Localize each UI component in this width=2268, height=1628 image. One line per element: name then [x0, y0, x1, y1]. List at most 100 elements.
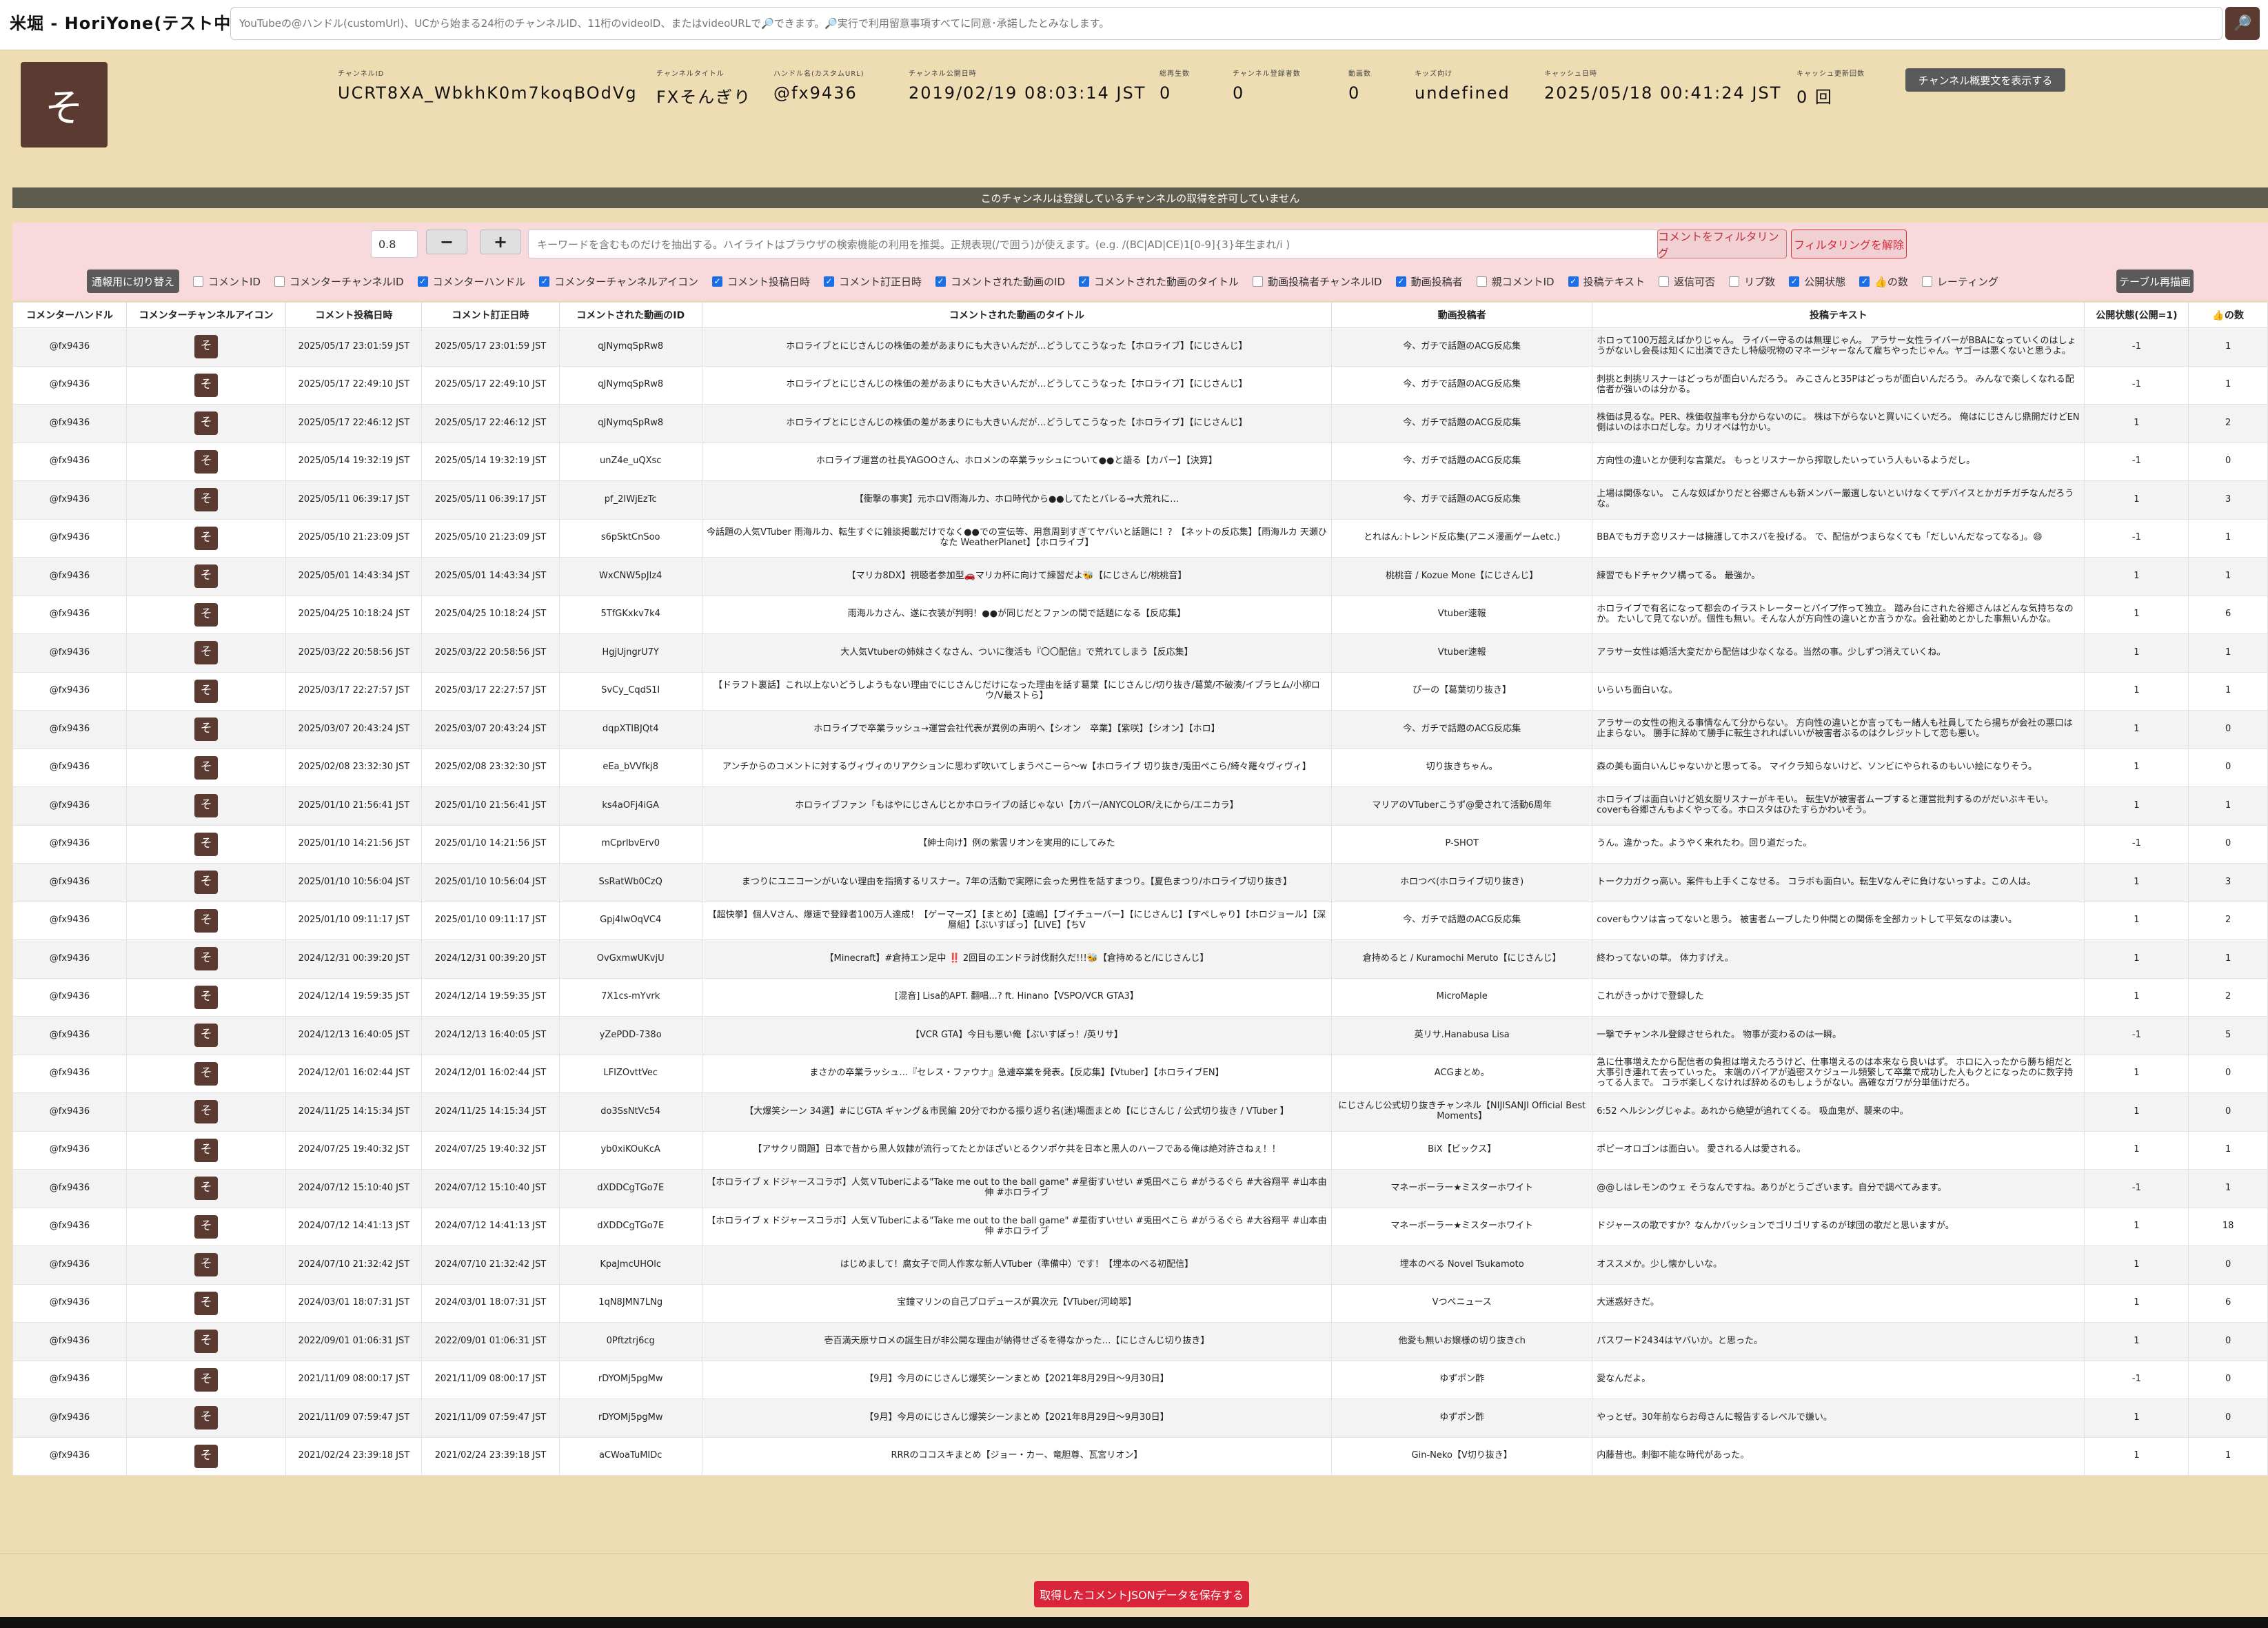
checkbox-unchecked-icon[interactable] [274, 276, 285, 287]
commenter-avatar[interactable]: そ [194, 1253, 219, 1277]
column-toggle[interactable]: ✓ コメントされた動画のタイトル [1079, 274, 1239, 289]
column-toggle[interactable]: ✓ コメントされた動画のID [935, 274, 1065, 289]
checkbox-checked-icon[interactable]: ✓ [1859, 276, 1870, 287]
column-toggle[interactable]: 返信可否 [1659, 274, 1715, 289]
commenter-avatar[interactable]: そ [194, 1406, 219, 1430]
commenter-avatar[interactable]: そ [194, 564, 219, 589]
commenter-avatar[interactable]: そ [194, 1024, 219, 1048]
cell-edited: 2024/07/25 19:40:32 JST [421, 1130, 560, 1170]
commenter-avatar[interactable]: そ [194, 908, 219, 933]
column-toggle[interactable]: ✓ 動画投稿者 [1395, 274, 1463, 289]
commenter-avatar[interactable]: そ [194, 411, 219, 436]
column-toggle[interactable]: ✓ コメンターチャンネルアイコン [539, 274, 698, 289]
column-header[interactable]: コメント投稿日時 [285, 302, 423, 328]
show-summary-button[interactable]: チャンネル概要文を表示する [1905, 68, 2065, 92]
commenter-avatar[interactable]: そ [194, 794, 219, 818]
commenter-avatar[interactable]: そ [194, 1291, 219, 1315]
commenter-avatar[interactable]: そ [194, 1214, 219, 1239]
column-toggle[interactable]: ✓ コメント訂正日時 [824, 274, 922, 289]
cell-likes: 5 [2188, 1016, 2268, 1055]
checkbox-unchecked-icon[interactable] [193, 276, 203, 287]
checkbox-checked-icon[interactable]: ✓ [712, 276, 723, 287]
checkbox-checked-icon[interactable]: ✓ [824, 276, 835, 287]
commenter-avatar[interactable]: そ [194, 449, 219, 474]
commenter-avatar[interactable]: そ [194, 718, 219, 742]
column-toggle[interactable]: 親コメントID [1476, 274, 1555, 289]
cell-status: 1 [2084, 939, 2189, 979]
commenter-avatar[interactable]: そ [194, 1367, 219, 1392]
checkbox-checked-icon[interactable]: ✓ [1079, 276, 1090, 287]
column-toggle[interactable]: ✓ 公開状態 [1789, 274, 1845, 289]
column-toggle[interactable]: コメンターチャンネルID [274, 274, 404, 289]
column-header[interactable]: コメントされた動画のID [558, 302, 702, 328]
table-row: @fx9436 そ 2024/03/01 18:07:31 JST 2024/03/0… [12, 1283, 2268, 1323]
checkbox-unchecked-icon[interactable] [1921, 276, 1932, 287]
commenter-icon-cell: そ [125, 1245, 287, 1285]
commenter-avatar[interactable]: そ [194, 602, 219, 627]
filter-comments-button[interactable]: コメントをフィルタリング [1657, 230, 1787, 260]
table-row: @fx9436 そ 2025/01/10 10:56:04 JST 2025/01/1… [12, 863, 2268, 902]
zoom-minus-button[interactable]: − [426, 230, 467, 254]
column-header[interactable]: 動画投稿者 [1331, 302, 1593, 328]
column-header[interactable]: コメンターチャンネルアイコン [125, 302, 287, 328]
checkbox-unchecked-icon[interactable] [1253, 276, 1264, 287]
cell-video-id: do3SsNtVc54 [558, 1092, 702, 1132]
column-toggle[interactable]: コメントID [193, 274, 261, 289]
checkbox-checked-icon[interactable]: ✓ [935, 276, 946, 287]
cell-status: -1 [2084, 365, 2189, 405]
column-toggle[interactable]: ✓ 投稿テキスト [1568, 274, 1645, 289]
zoom-input[interactable]: 0.8 [371, 230, 418, 258]
cell-uploader: 桃桃音 / Kozue Mone【にじさんじ】 [1331, 557, 1593, 596]
commenter-avatar[interactable]: そ [194, 488, 219, 512]
column-header[interactable]: コメントされた動画のタイトル [701, 302, 1333, 328]
commenter-avatar[interactable]: そ [194, 1444, 219, 1468]
commenter-avatar[interactable]: そ [194, 947, 219, 971]
commenter-avatar[interactable]: そ [194, 1138, 219, 1162]
commenter-avatar[interactable]: そ [194, 1061, 219, 1086]
table-row: @fx9436 そ 2024/12/01 16:02:44 JST 2024/12/0… [12, 1054, 2268, 1093]
column-toggle[interactable]: ✓ 👍の数 [1859, 274, 1908, 289]
commenter-avatar[interactable]: そ [194, 832, 219, 856]
column-header[interactable]: コメント訂正日時 [421, 302, 560, 328]
commenter-avatar[interactable]: そ [194, 679, 219, 703]
checkbox-unchecked-icon[interactable] [1659, 276, 1670, 287]
checkbox-unchecked-icon[interactable] [1476, 276, 1487, 287]
commenter-avatar[interactable]: そ [194, 1177, 219, 1201]
commenter-avatar[interactable]: そ [194, 335, 219, 359]
checkbox-checked-icon[interactable]: ✓ [1789, 276, 1800, 287]
checkbox-checked-icon[interactable]: ✓ [1568, 276, 1579, 287]
commenter-avatar[interactable]: そ [194, 641, 219, 665]
column-toggle[interactable]: ✓ コメント投稿日時 [712, 274, 810, 289]
commenter-avatar[interactable]: そ [194, 985, 219, 1009]
column-toggle-label: リプ数 [1744, 275, 1776, 288]
column-toggle[interactable]: リプ数 [1729, 274, 1775, 289]
redraw-table-button[interactable]: テーブル再描画 [2116, 269, 2194, 293]
column-header[interactable]: 投稿テキスト [1592, 302, 2085, 328]
clear-filter-button[interactable]: フィルタリングを解除 [1791, 230, 1907, 258]
column-toggle-label: コメントされた動画のタイトル [1094, 275, 1239, 288]
cell-uploader: MicroMaple [1331, 977, 1593, 1017]
zoom-plus-button[interactable]: + [480, 230, 521, 254]
commenter-avatar[interactable]: そ [194, 1330, 219, 1354]
commenter-avatar[interactable]: そ [194, 1100, 219, 1124]
commenter-avatar[interactable]: そ [194, 373, 219, 397]
checkbox-checked-icon[interactable]: ✓ [417, 276, 428, 287]
column-header[interactable]: 公開状態(公開=1) [2084, 302, 2189, 328]
checkbox-unchecked-icon[interactable] [1729, 276, 1740, 287]
report-mode-toggle-button[interactable]: 通報用に切り替え [87, 269, 179, 293]
table-row: @fx9436 そ 2024/12/13 16:40:05 JST 2024/12/1… [12, 1016, 2268, 1055]
commenter-avatar[interactable]: そ [194, 526, 219, 550]
keyword-filter-input[interactable]: キーワードを含むものだけを抽出する。ハイライトはブラウザの検索機能の利用を推奨。… [528, 230, 1659, 258]
commenter-avatar[interactable]: そ [194, 871, 219, 895]
column-toggle[interactable]: 動画投稿者チャンネルID [1253, 274, 1382, 289]
checkbox-checked-icon[interactable]: ✓ [1395, 276, 1406, 287]
commenter-avatar[interactable]: そ [194, 755, 219, 780]
column-toggle[interactable]: ✓ コメンターハンドル [417, 274, 525, 289]
column-toggle[interactable]: レーティング [1921, 274, 1998, 289]
search-input[interactable] [230, 7, 2223, 40]
search-button[interactable]: 🔎 [2225, 7, 2260, 40]
checkbox-checked-icon[interactable]: ✓ [539, 276, 550, 287]
save-json-button[interactable]: 取得したコメントJSONデータを保存する [1034, 1581, 1249, 1607]
column-header[interactable]: 👍の数 [2188, 302, 2268, 328]
column-header[interactable]: コメンターハンドル [12, 302, 127, 328]
